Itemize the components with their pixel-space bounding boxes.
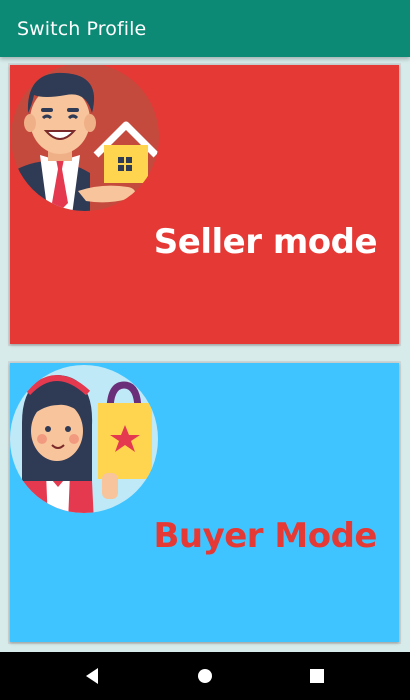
buyer-mode-card[interactable]: Buyer Mode bbox=[10, 363, 399, 642]
recents-icon[interactable] bbox=[305, 664, 329, 688]
content-area: Seller mode Buyer Mode bbox=[0, 57, 410, 652]
back-icon[interactable] bbox=[80, 664, 104, 688]
seller-mode-label: Seller mode bbox=[153, 222, 378, 262]
app-bar: Switch Profile bbox=[0, 0, 410, 57]
system-nav-bar bbox=[0, 652, 410, 700]
buyer-shopping-avatar-icon bbox=[10, 365, 158, 513]
buyer-mode-label: Buyer Mode bbox=[153, 516, 377, 556]
seller-house-avatar-icon bbox=[11, 65, 159, 211]
home-icon[interactable] bbox=[193, 664, 217, 688]
seller-mode-card[interactable]: Seller mode bbox=[10, 65, 399, 344]
page-title: Switch Profile bbox=[17, 18, 147, 40]
